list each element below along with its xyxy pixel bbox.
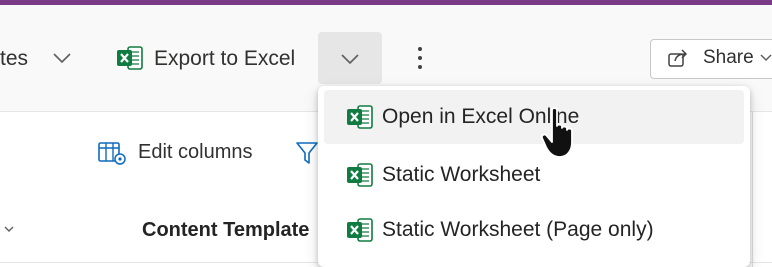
share-label: Share bbox=[703, 47, 754, 68]
menu-item-label: Static Worksheet bbox=[382, 163, 541, 186]
partial-command-label[interactable]: tes bbox=[0, 47, 28, 71]
menu-item-static-worksheet-page-only[interactable]: Static Worksheet (Page only) bbox=[324, 203, 744, 257]
menu-item-static-worksheet[interactable]: Static Worksheet bbox=[324, 148, 744, 202]
menu-item-open-in-excel-online[interactable]: Open in Excel Online bbox=[324, 90, 744, 144]
column-divider bbox=[752, 112, 753, 267]
share-icon bbox=[668, 49, 688, 67]
excel-icon bbox=[347, 163, 373, 187]
more-options-icon[interactable] bbox=[410, 43, 430, 73]
chevron-down-icon[interactable] bbox=[52, 51, 72, 65]
hand-cursor-icon bbox=[540, 107, 573, 158]
chevron-down-icon bbox=[760, 54, 772, 62]
export-options-dropdown-button[interactable] bbox=[318, 32, 382, 84]
excel-icon bbox=[347, 105, 373, 129]
edit-columns-icon bbox=[98, 142, 126, 165]
menu-item-label: Static Worksheet (Page only) bbox=[382, 218, 654, 241]
export-options-menu: Open in Excel Online Static Worksheet St… bbox=[318, 86, 750, 267]
filter-icon[interactable] bbox=[295, 140, 319, 166]
excel-icon bbox=[347, 218, 373, 242]
column-header-content-template[interactable]: Content Template bbox=[142, 219, 309, 242]
edit-columns-label: Edit columns bbox=[138, 141, 253, 163]
chevron-down-icon[interactable] bbox=[2, 222, 16, 236]
export-to-excel-label: Export to Excel bbox=[154, 47, 296, 70]
excel-icon bbox=[117, 46, 143, 70]
chevron-down-icon bbox=[341, 54, 359, 65]
share-button[interactable]: Share bbox=[650, 39, 772, 79]
